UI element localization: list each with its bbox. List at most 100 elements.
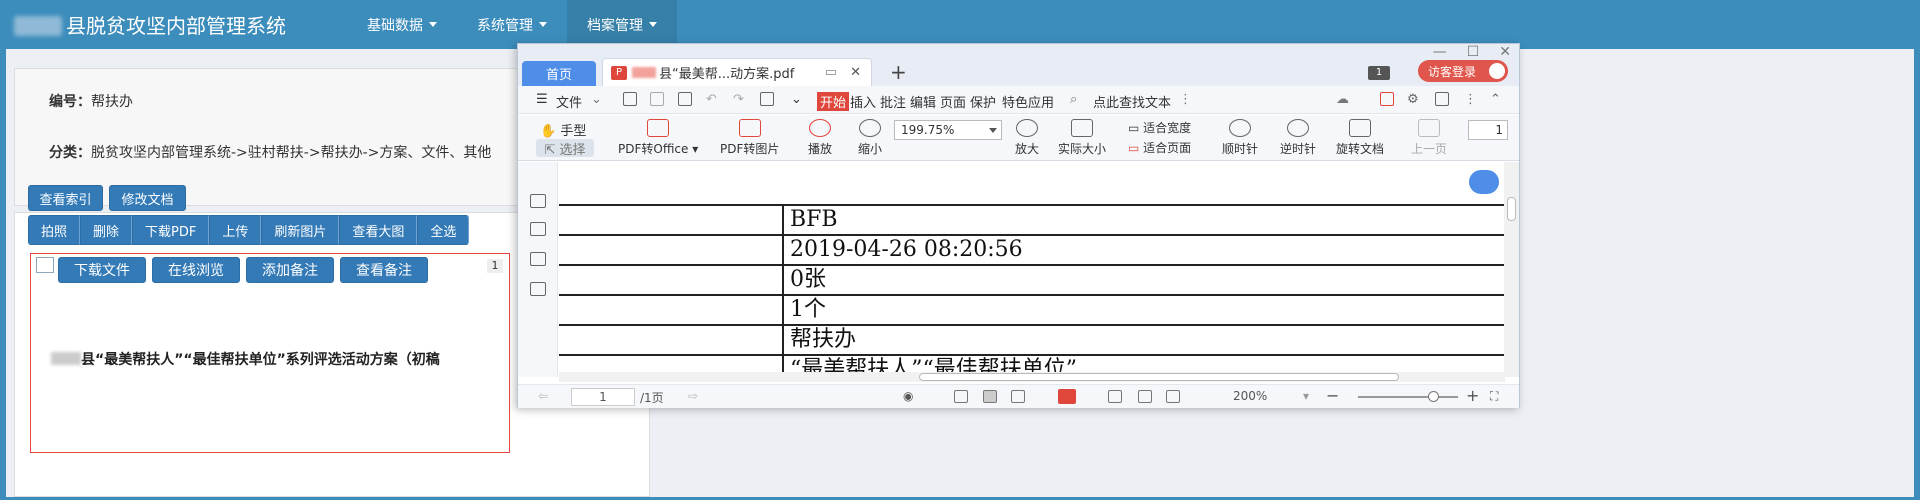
- play-icon[interactable]: [1058, 389, 1076, 404]
- eye-icon[interactable]: ◉: [903, 389, 913, 403]
- file-card: 下载文件 在线浏览 添加备注 查看备注 1 县“最美帮扶人”“最佳帮扶单位”系列…: [30, 253, 510, 453]
- floating-action-icon[interactable]: [1469, 170, 1499, 194]
- prev-page-button[interactable]: 上一页: [1411, 119, 1447, 157]
- scroll-thumb[interactable]: [1507, 197, 1516, 221]
- add-note-button[interactable]: 添加备注: [246, 257, 334, 283]
- zoom-select[interactable]: 199.75%: [894, 120, 1002, 140]
- open-folder-icon[interactable]: [623, 92, 637, 106]
- select-tool[interactable]: ⇱ 选择: [536, 139, 594, 158]
- share-icon[interactable]: [1380, 92, 1394, 106]
- tab-page[interactable]: 页面: [940, 92, 966, 111]
- more-chevron-icon[interactable]: ⌄: [791, 92, 802, 107]
- vertical-scrollbar[interactable]: [1504, 162, 1519, 377]
- pin-icon[interactable]: ▭: [825, 65, 837, 80]
- photo-button[interactable]: 拍照: [28, 215, 81, 245]
- tab-protect[interactable]: 保护: [970, 92, 996, 111]
- search-icon[interactable]: ⌕: [1070, 92, 1077, 107]
- edit-document-button[interactable]: 修改文档: [109, 185, 186, 211]
- save-icon[interactable]: [650, 92, 664, 106]
- gear-icon[interactable]: ⚙: [1407, 92, 1419, 107]
- fit-width-button[interactable]: ▭ 适合宽度: [1128, 119, 1191, 136]
- rotate-counterclockwise-button[interactable]: 逆时针: [1280, 119, 1316, 157]
- dual-page-icon[interactable]: [1011, 390, 1025, 403]
- tab-pdf-document[interactable]: P 县“最美帮...动方案.pdf ▭ ✕: [602, 58, 872, 86]
- page-number-input[interactable]: 1: [1468, 120, 1508, 140]
- view-notes-button[interactable]: 查看备注: [340, 257, 428, 283]
- arrow-left-icon[interactable]: ⇦: [538, 389, 548, 403]
- close-icon[interactable]: ✕: [1499, 44, 1511, 60]
- zoom-out-button[interactable]: 缩小: [858, 119, 882, 157]
- view-large-button[interactable]: 查看大图: [339, 215, 418, 245]
- cloud-sync-icon[interactable]: ☁: [1336, 92, 1349, 107]
- pdf-to-image-button[interactable]: PDF转图片: [720, 119, 779, 157]
- continuous-page-icon[interactable]: [983, 390, 997, 403]
- comment-icon[interactable]: [530, 282, 546, 296]
- nav-system-admin[interactable]: 系统管理: [457, 0, 567, 49]
- redacted-name: [14, 16, 62, 36]
- zoom-slider[interactable]: [1358, 391, 1458, 402]
- chevron-down-icon[interactable]: ⌄: [591, 92, 602, 107]
- chat-icon[interactable]: [1435, 92, 1449, 106]
- tab-start[interactable]: 开始: [817, 92, 850, 111]
- new-tab-plus-icon[interactable]: +: [890, 60, 907, 84]
- upload-button[interactable]: 上传: [209, 215, 262, 245]
- top-navbar: 县脱贫攻坚内部管理系统 基础数据 系统管理 档案管理: [0, 0, 1920, 49]
- minimize-icon[interactable]: —: [1433, 44, 1447, 60]
- download-pdf-button[interactable]: 下载PDF: [132, 215, 210, 245]
- download-file-button[interactable]: 下载文件: [58, 257, 146, 283]
- fit-page-button[interactable]: ▭ 适合页面: [1128, 139, 1191, 156]
- fit-page-icon[interactable]: [1138, 390, 1152, 403]
- pdf-to-office-button[interactable]: PDF转Office ▾: [618, 119, 698, 157]
- annotation-icon[interactable]: [530, 252, 546, 266]
- rotate-clockwise-button[interactable]: 顺时针: [1222, 119, 1258, 157]
- hamburger-menu-icon[interactable]: ☰: [536, 92, 548, 107]
- online-browse-button[interactable]: 在线浏览: [152, 257, 240, 283]
- zoom-level[interactable]: 200%: [1233, 389, 1267, 403]
- nav-basic-data[interactable]: 基础数据: [347, 0, 457, 49]
- current-page-input[interactable]: 1: [571, 388, 635, 406]
- hand-tool[interactable]: ✋ 手型: [540, 120, 586, 139]
- actual-size-button[interactable]: 实际大小: [1058, 119, 1106, 157]
- tab-features[interactable]: 特色应用: [1002, 92, 1054, 111]
- pdf-page-view[interactable]: BFB 2019-04-26 08:20:56 0张 1个 帮扶办 “最美帮扶人…: [559, 162, 1505, 372]
- find-text-field[interactable]: 点此查找文本: [1093, 92, 1171, 111]
- fullscreen-icon[interactable]: ⛶: [1490, 389, 1498, 404]
- zoom-in-button[interactable]: 放大: [1015, 119, 1039, 157]
- actual-size-icon[interactable]: [1108, 390, 1122, 403]
- redo-icon[interactable]: ↷: [733, 92, 744, 107]
- thumbnail-icon[interactable]: [530, 222, 546, 236]
- delete-button[interactable]: 删除: [80, 215, 133, 245]
- file-checkbox[interactable]: [36, 257, 54, 273]
- more-vertical-icon-2[interactable]: ⋮: [1464, 92, 1477, 107]
- fit-width-icon[interactable]: [1166, 390, 1180, 403]
- tab-home[interactable]: 首页: [522, 61, 596, 86]
- undo-icon[interactable]: ↶: [706, 92, 717, 107]
- outline-icon[interactable]: [530, 194, 546, 208]
- export-icon[interactable]: [760, 92, 774, 106]
- tab-insert[interactable]: 插入: [850, 92, 876, 111]
- horizontal-scrollbar[interactable]: [559, 372, 1505, 382]
- zoom-slider-knob[interactable]: [1428, 391, 1439, 402]
- zoom-in-icon[interactable]: +: [1466, 386, 1479, 405]
- more-vertical-icon[interactable]: ⋮: [1179, 92, 1192, 107]
- rotate-document-button[interactable]: 旋转文档: [1336, 119, 1384, 157]
- zoom-out-icon[interactable]: −: [1326, 386, 1339, 405]
- print-icon[interactable]: [678, 92, 692, 106]
- view-index-button[interactable]: 查看索引: [28, 185, 103, 211]
- tab-edit[interactable]: 编辑: [910, 92, 936, 111]
- close-tab-icon[interactable]: ✕: [850, 65, 861, 80]
- visitor-login-button[interactable]: 访客登录: [1418, 60, 1508, 82]
- arrow-right-icon[interactable]: ⇨: [688, 389, 698, 403]
- select-all-button[interactable]: 全选: [417, 215, 470, 245]
- chevron-down-icon[interactable]: ▾: [1303, 389, 1309, 403]
- refresh-images-button[interactable]: 刷新图片: [261, 215, 340, 245]
- file-menu[interactable]: 文件: [556, 92, 582, 111]
- single-page-icon[interactable]: [954, 390, 968, 403]
- nav-archive-admin[interactable]: 档案管理: [567, 0, 677, 49]
- collapse-ribbon-icon[interactable]: ⌃: [1490, 92, 1501, 107]
- maximize-icon[interactable]: ☐: [1467, 44, 1480, 60]
- scroll-thumb[interactable]: [919, 373, 1399, 381]
- play-button[interactable]: 播放: [808, 119, 832, 157]
- tab-annotate[interactable]: 批注: [880, 92, 906, 111]
- app-title[interactable]: 县脱贫攻坚内部管理系统: [14, 10, 286, 39]
